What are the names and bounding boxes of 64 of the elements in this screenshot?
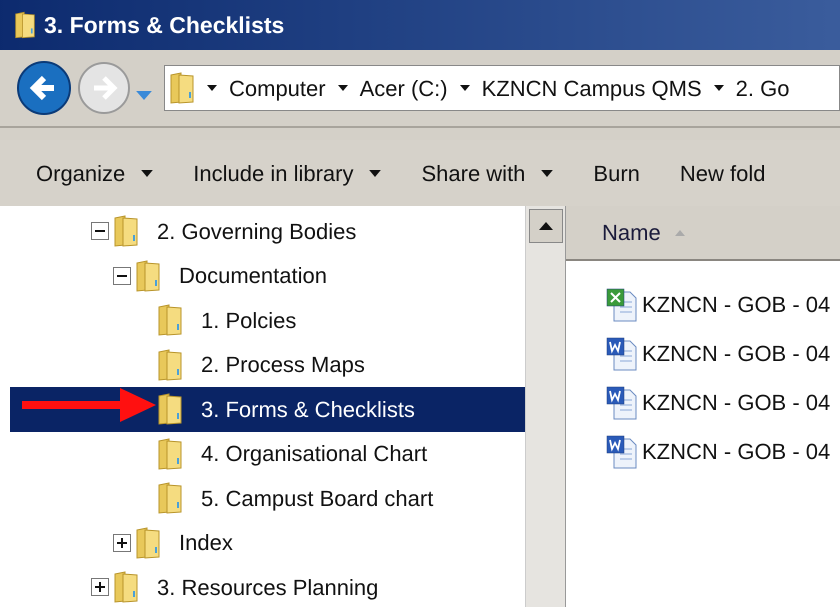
breadcrumb[interactable]: 2. Go bbox=[736, 72, 790, 104]
folder-icon bbox=[157, 348, 183, 381]
breadcrumb[interactable]: Acer (C:) bbox=[360, 72, 448, 104]
column-title: Name bbox=[602, 219, 661, 247]
caret-icon bbox=[369, 170, 382, 176]
document-file-icon bbox=[606, 434, 638, 468]
sort-icon bbox=[674, 230, 685, 236]
caret-icon bbox=[141, 170, 154, 176]
folder-icon bbox=[157, 482, 183, 514]
toolbar-button[interactable]: Include in library bbox=[193, 156, 382, 190]
folder-icon bbox=[157, 304, 183, 336]
file-name[interactable]: KZNCN - GOB - 04 bbox=[642, 337, 830, 370]
back-button[interactable] bbox=[16, 60, 72, 116]
file-name[interactable]: KZNCN - GOB - 04 bbox=[642, 288, 830, 321]
file-name[interactable]: KZNCN - GOB - 04 bbox=[642, 435, 830, 468]
tree-item[interactable]: 1. Polcies bbox=[10, 298, 525, 342]
folder-icon bbox=[157, 438, 183, 470]
tree-item-label: Documentation bbox=[179, 262, 327, 290]
tree-item-label: 4. Organisational Chart bbox=[201, 440, 428, 468]
tree-item[interactable]: Documentation bbox=[10, 254, 525, 298]
caret-icon bbox=[714, 85, 724, 91]
folder-icon bbox=[14, 10, 36, 40]
tree-item-label: 2. Governing Bodies bbox=[157, 218, 356, 246]
folder-icon bbox=[157, 393, 183, 426]
tree-item[interactable]: 3. Resources Planning bbox=[10, 565, 525, 607]
tree-item[interactable]: 2. Governing Bodies bbox=[10, 209, 525, 254]
tree-item-label: Index bbox=[179, 529, 233, 558]
toolbar-button[interactable]: Share with bbox=[421, 156, 554, 190]
window-title: 3. Forms & Checklists bbox=[44, 10, 284, 40]
tree-item-label: 3. Resources Planning bbox=[157, 574, 378, 602]
tree-item-label: 1. Polcies bbox=[201, 306, 296, 335]
tree-item[interactable]: 3. Forms & Checklists bbox=[10, 387, 525, 432]
address-bar[interactable]: Computer Acer (C:) KZNCN Campus QMS 2. Go bbox=[164, 65, 840, 111]
breadcrumb[interactable]: KZNCN Campus QMS bbox=[482, 72, 702, 104]
spreadsheet-file-icon bbox=[606, 288, 638, 322]
tree-item-label: 5. Campust Board chart bbox=[201, 484, 434, 513]
document-file-icon bbox=[606, 386, 638, 420]
caret-icon bbox=[541, 170, 554, 176]
toolbar-button[interactable]: New fold bbox=[680, 156, 766, 190]
toolbar-button[interactable]: Burn bbox=[593, 156, 640, 190]
expand-icon[interactable] bbox=[113, 534, 131, 552]
folder-icon bbox=[113, 215, 139, 248]
tree-item[interactable]: 5. Campust Board chart bbox=[10, 476, 525, 520]
collapse-icon[interactable] bbox=[91, 222, 109, 240]
tree-item[interactable]: 4. Organisational Chart bbox=[10, 432, 525, 476]
breadcrumb[interactable]: Computer bbox=[229, 72, 326, 104]
caret-icon bbox=[460, 85, 470, 91]
folder-icon bbox=[135, 526, 161, 559]
tree-item-label: 2. Process Maps bbox=[201, 351, 365, 380]
folder-icon bbox=[169, 72, 195, 104]
expand-icon[interactable] bbox=[91, 578, 109, 596]
document-file-icon bbox=[606, 336, 638, 370]
tree-item[interactable]: 2. Process Maps bbox=[10, 342, 525, 387]
tree-item-label: 3. Forms & Checklists bbox=[201, 396, 415, 424]
caret-icon bbox=[338, 85, 348, 91]
file-name[interactable]: KZNCN - GOB - 04 bbox=[642, 386, 830, 419]
tree-item[interactable]: Index bbox=[10, 520, 525, 565]
toolbar-button[interactable]: Organize bbox=[36, 156, 154, 190]
folder-icon bbox=[135, 260, 161, 292]
scroll-up-button[interactable] bbox=[528, 209, 562, 243]
folder-icon bbox=[113, 571, 139, 604]
collapse-icon[interactable] bbox=[113, 266, 131, 285]
column-header[interactable]: Name bbox=[566, 206, 840, 261]
caret-icon bbox=[207, 85, 217, 91]
